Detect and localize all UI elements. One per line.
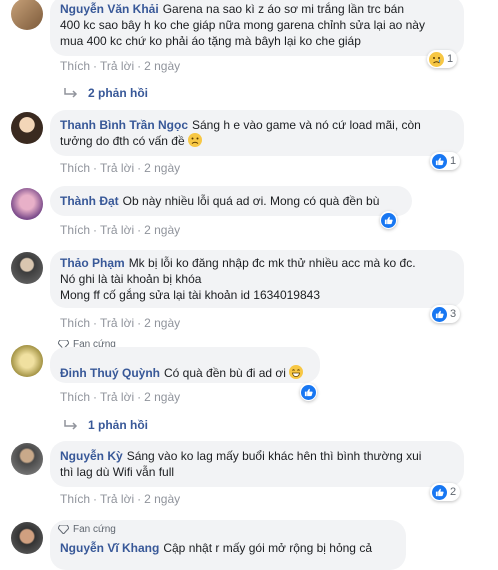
reply-link[interactable]: Trả lời <box>100 316 134 330</box>
comment-bubble: Nguyễn Văn Khải Garena na sao kì z áo sơ … <box>50 0 464 56</box>
like-link[interactable]: Thích <box>60 59 90 73</box>
timestamp[interactable]: 2 ngày <box>144 161 180 175</box>
comment-text: tưởng do đth có vấn đề <box>60 134 185 148</box>
diamond-icon <box>58 525 69 534</box>
timestamp[interactable]: 2 ngày <box>144 390 180 404</box>
commenter-name[interactable]: Nguyễn Kỳ <box>60 449 123 463</box>
timestamp[interactable]: 2 ngày <box>144 492 180 506</box>
avatar[interactable] <box>11 252 43 284</box>
reply-link[interactable]: Trả lời <box>100 390 134 404</box>
comment-body: Đinh Thuý Quỳnh Có quà đền bù đi ad ơi <box>60 365 304 381</box>
top-fan-badge: Fan cứng <box>58 524 116 535</box>
replies-label: 2 phản hồi <box>88 86 148 100</box>
like-icon <box>432 153 447 169</box>
reaction-count: 2 <box>450 486 457 498</box>
comment-text: Cập nhật r mấy gói mở rộng bị hỏng cả <box>163 541 372 555</box>
comment-bubble: Thành Đạt Ob này nhiều lỗi quá ad ơi. Mon… <box>50 186 412 216</box>
like-link[interactable]: Thích <box>60 492 90 506</box>
commenter-name[interactable]: Thảo Phạm <box>60 256 125 270</box>
replies-label: 1 phản hồi <box>88 418 148 432</box>
comment-bubble: Nguyễn Kỳ Sáng vào ko lag mấy buổi khác h… <box>50 441 464 487</box>
comment-text: Nó ghi là tài khoản bị khóa <box>60 272 202 286</box>
comment-bubble: Thảo Phạm Mk bị lỗi ko đăng nhập đc mk th… <box>50 250 464 308</box>
reaction-count: 3 <box>450 308 457 320</box>
like-icon <box>381 212 396 228</box>
comment-text: Mong ff cố gắng sửa lại tài khoản id 163… <box>60 288 321 302</box>
like-icon <box>301 384 316 400</box>
avatar[interactable] <box>11 522 43 554</box>
reply-link[interactable]: Trả lời <box>100 223 134 237</box>
comment-actions: Thích · Trả lời · 2 ngày <box>60 161 181 175</box>
comment-text: thì lag dù Wifi vẫn full <box>60 465 175 479</box>
comment-actions: Thích · Trả lời · 2 ngày <box>60 223 181 237</box>
avatar[interactable] <box>11 188 43 220</box>
sad-icon <box>429 51 444 67</box>
view-replies-link[interactable]: 2 phản hồi <box>64 86 148 100</box>
comment-actions: Thích · Trả lời · 2 ngày <box>60 316 181 330</box>
comment-text: Mk bị lỗi ko đăng nhập đc mk thử nhiều a… <box>128 256 416 270</box>
comment-actions: Thích · Trả lời · 2 ngày <box>60 59 181 73</box>
view-replies-link[interactable]: 1 phản hồi <box>64 418 148 432</box>
avatar[interactable] <box>11 345 43 377</box>
like-link[interactable]: Thích <box>60 223 90 237</box>
reply-link[interactable]: Trả lời <box>100 492 134 506</box>
comment-body: Nguyễn Vĩ Khang Cập nhật r mấy gói mở rộn… <box>60 540 372 556</box>
like-link[interactable]: Thích <box>60 161 90 175</box>
reaction-summary[interactable]: 1 <box>427 50 458 68</box>
comment-actions: Thích · Trả lời · 2 ngày <box>60 492 181 506</box>
like-icon <box>432 306 447 322</box>
avatar[interactable] <box>11 0 43 30</box>
comment-bubble: Thanh Bình Trần Ngọc Sáng h e vào game và… <box>50 110 464 156</box>
reply-arrow-icon <box>64 420 78 430</box>
reply-arrow-icon <box>64 88 78 98</box>
reaction-count: 1 <box>450 155 457 167</box>
comment-text: Sáng vào ko lag mấy buổi khác hên thì bì… <box>126 449 422 463</box>
commenter-name[interactable]: Thanh Bình Trần Ngọc <box>60 118 188 132</box>
commenter-name[interactable]: Nguyễn Vĩ Khang <box>60 541 159 555</box>
comment-text: Garena na sao kì z áo sơ mi trắng lần tr… <box>162 2 405 16</box>
commenter-name[interactable]: Đinh Thuý Quỳnh <box>60 366 160 380</box>
reaction-summary[interactable]: 1 <box>430 152 461 170</box>
comment-text: Sáng h e vào game và nó cứ load mãi, còn <box>192 118 421 132</box>
reaction-summary[interactable]: 2 <box>430 483 461 501</box>
timestamp[interactable]: 2 ngày <box>144 316 180 330</box>
reaction-summary[interactable]: 3 <box>430 305 461 323</box>
badge-label: Fan cứng <box>73 524 116 535</box>
reaction-summary[interactable] <box>380 211 397 229</box>
timestamp[interactable]: 2 ngày <box>144 59 180 73</box>
reply-link[interactable]: Trả lời <box>100 161 134 175</box>
like-link[interactable]: Thích <box>60 316 90 330</box>
grinning-face-emoji-icon <box>289 365 304 379</box>
avatar[interactable] <box>11 112 43 144</box>
comment-text: Có quà đền bù đi ad ơi <box>164 366 286 380</box>
commenter-name[interactable]: Nguyễn Văn Khải <box>60 2 159 16</box>
reply-link[interactable]: Trả lời <box>100 59 134 73</box>
commenter-name[interactable]: Thành Đạt <box>60 194 119 208</box>
comment-text: Ob này nhiều lỗi quá ad ơi. Mong có quà … <box>122 194 380 208</box>
reaction-summary[interactable] <box>300 383 317 401</box>
timestamp[interactable]: 2 ngày <box>144 223 180 237</box>
like-link[interactable]: Thích <box>60 390 90 404</box>
reaction-count: 1 <box>447 53 454 65</box>
comment-actions: Thích · Trả lời · 2 ngày <box>60 390 181 404</box>
like-icon <box>432 484 447 500</box>
avatar[interactable] <box>11 443 43 475</box>
comment-text: 400 kc sao bây h ko che giáp nữa mong ga… <box>60 18 425 32</box>
sad-face-emoji-icon <box>188 133 202 147</box>
comment-text: mua 400 kc chứ ko phải áo tặng mà bâyh l… <box>60 34 361 48</box>
